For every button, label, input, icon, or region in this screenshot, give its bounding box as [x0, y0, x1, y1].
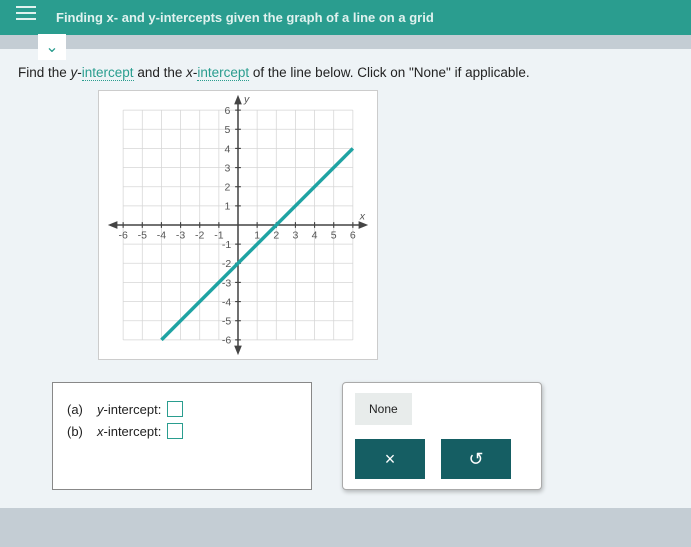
- x-intercept-input[interactable]: [167, 423, 183, 439]
- close-icon: ×: [385, 449, 396, 470]
- svg-text:-2: -2: [222, 258, 232, 270]
- y-intercept-row: (a) y-intercept:: [67, 401, 297, 417]
- content-area: Find the y-intercept and the x-intercept…: [0, 49, 691, 508]
- svg-text:y: y: [243, 93, 250, 105]
- svg-text:4: 4: [312, 229, 318, 241]
- svg-text:2: 2: [225, 182, 231, 194]
- answers-box: (a) y-intercept: (b) x-intercept:: [52, 382, 312, 490]
- svg-text:-5: -5: [138, 229, 148, 241]
- reset-icon: ↺: [468, 449, 483, 470]
- svg-text:6: 6: [225, 105, 231, 117]
- svg-text:3: 3: [225, 162, 231, 174]
- svg-text:4: 4: [225, 143, 231, 155]
- lesson-title: Finding x- and y-intercepts given the gr…: [56, 10, 434, 25]
- svg-text:-4: -4: [157, 229, 167, 241]
- svg-text:-4: -4: [222, 296, 232, 308]
- chevron-down-icon: ⌄: [45, 37, 58, 57]
- svg-text:-3: -3: [222, 277, 232, 289]
- svg-text:2: 2: [273, 229, 279, 241]
- svg-text:1: 1: [254, 229, 260, 241]
- coordinate-grid: -6-5-4 -3-2-1 123 456 654 321 -1-2-3 -4-…: [99, 91, 377, 359]
- x-intercept-row: (b) x-intercept:: [67, 423, 297, 439]
- clear-button[interactable]: ×: [355, 439, 425, 479]
- none-button[interactable]: None: [355, 393, 412, 425]
- intercept-link-y[interactable]: intercept: [82, 65, 134, 81]
- svg-text:3: 3: [292, 229, 298, 241]
- svg-text:1: 1: [225, 201, 231, 213]
- reset-button[interactable]: ↺: [441, 439, 511, 479]
- svg-text:-6: -6: [118, 229, 128, 241]
- svg-text:x: x: [359, 210, 366, 222]
- svg-text:5: 5: [331, 229, 337, 241]
- svg-text:5: 5: [225, 124, 231, 136]
- svg-text:-2: -2: [195, 229, 205, 241]
- svg-text:-5: -5: [222, 316, 232, 328]
- svg-text:-3: -3: [176, 229, 186, 241]
- collapse-toggle[interactable]: ⌄: [38, 34, 66, 60]
- intercept-link-x[interactable]: intercept: [197, 65, 249, 81]
- svg-text:6: 6: [350, 229, 356, 241]
- svg-text:-6: -6: [222, 335, 232, 347]
- actions-box: None × ↺: [342, 382, 542, 490]
- lesson-header: Finding x- and y-intercepts given the gr…: [0, 0, 691, 35]
- graph-panel[interactable]: -6-5-4 -3-2-1 123 456 654 321 -1-2-3 -4-…: [98, 90, 378, 360]
- y-intercept-input[interactable]: [167, 401, 183, 417]
- hamburger-icon[interactable]: [16, 6, 36, 20]
- instruction-text: Find the y-intercept and the x-intercept…: [18, 65, 673, 80]
- svg-text:-1: -1: [222, 239, 232, 251]
